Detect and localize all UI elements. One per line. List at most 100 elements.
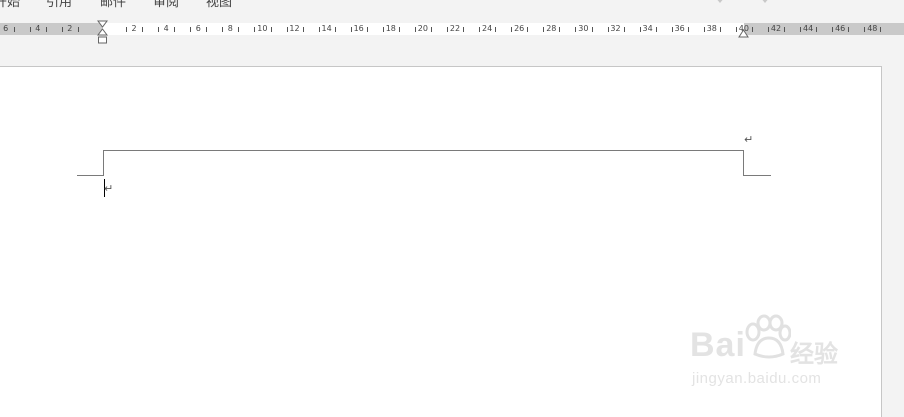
ruler-tick bbox=[607, 27, 609, 32]
ruler-label: 30 bbox=[578, 24, 589, 33]
ruler-label: 2 bbox=[131, 24, 137, 33]
menu-item-references[interactable]: 引用 bbox=[46, 0, 72, 10]
ruler-tick bbox=[398, 27, 400, 32]
ruler-label: 22 bbox=[449, 24, 461, 33]
watermark-brand-suffix: 经验 bbox=[790, 341, 838, 368]
ruler-tick bbox=[366, 27, 368, 32]
ruler-label: 28 bbox=[546, 24, 557, 33]
ruler-tick bbox=[190, 27, 192, 32]
ruler-tick bbox=[447, 27, 449, 32]
header-border-line bbox=[103, 150, 744, 151]
ribbon-arrow-icon[interactable] bbox=[760, 0, 770, 3]
ruler-tick bbox=[13, 27, 15, 32]
ruler-tick bbox=[158, 27, 160, 32]
ruler-tick bbox=[382, 27, 384, 32]
ruler-tick bbox=[527, 27, 529, 32]
header-border-left bbox=[77, 175, 104, 176]
ruler-tick bbox=[350, 27, 352, 32]
ruler-label: 18 bbox=[385, 24, 396, 33]
ruler-tick bbox=[511, 27, 513, 32]
ruler-label: 2 bbox=[67, 24, 73, 33]
ruler-tick bbox=[286, 27, 288, 32]
ruler-tick bbox=[222, 27, 224, 32]
menu-item-review[interactable]: 审阅 bbox=[153, 0, 179, 10]
ruler-tick bbox=[414, 27, 416, 32]
ruler-tick bbox=[126, 27, 128, 32]
ruler-label: 42 bbox=[770, 24, 782, 33]
header-paragraph-mark: ↵ bbox=[744, 134, 754, 146]
ruler-tick bbox=[142, 27, 144, 32]
body-paragraph-mark: ↵ bbox=[104, 183, 114, 195]
ruler-label: 8 bbox=[227, 24, 233, 33]
ruler-tick bbox=[61, 27, 63, 32]
ruler-label: 20 bbox=[417, 24, 428, 33]
ruler-label: 4 bbox=[35, 24, 41, 33]
header-border-corner-right bbox=[743, 150, 744, 176]
ruler-tick bbox=[623, 27, 625, 32]
watermark-url: jingyan.baidu.com bbox=[692, 370, 822, 387]
horizontal-ruler[interactable]: 6 4 2 2 4 6 8 10 12 14 16 18 20 22 24 26 28 30 32 34 36 38 40 4… bbox=[0, 20, 904, 44]
ruler-tick bbox=[752, 27, 754, 32]
menu-item-home[interactable]: 开始 bbox=[0, 0, 20, 10]
ruler-label: 10 bbox=[257, 24, 268, 33]
ruler-tick bbox=[671, 27, 673, 32]
ruler-tick bbox=[800, 27, 802, 32]
ruler-tick bbox=[238, 27, 240, 32]
ruler-tick bbox=[639, 27, 641, 32]
ruler-label: 34 bbox=[642, 24, 653, 33]
header-border-corner-left bbox=[103, 150, 104, 176]
ruler-tick bbox=[206, 27, 208, 32]
ruler-tick bbox=[254, 27, 256, 32]
ruler-tick bbox=[832, 27, 834, 32]
ruler-tick bbox=[864, 27, 866, 32]
ruler-label: 4 bbox=[163, 24, 169, 33]
ruler-tick bbox=[431, 27, 433, 32]
left-indent-marker-icon[interactable] bbox=[97, 20, 108, 46]
ruler-label: 26 bbox=[514, 24, 525, 33]
ruler-tick bbox=[334, 27, 336, 32]
baidu-watermark: Bai 经验 jingyan.baidu.com bbox=[690, 312, 860, 392]
ruler-tick bbox=[479, 27, 481, 32]
ruler-label: 6 bbox=[195, 24, 201, 33]
ruler-tick bbox=[77, 27, 79, 32]
ruler-tick bbox=[591, 27, 593, 32]
right-indent-marker-icon[interactable] bbox=[738, 29, 749, 39]
ruler-tick bbox=[735, 27, 737, 32]
menu-item-mailings[interactable]: 邮件 bbox=[100, 0, 126, 10]
ruler-tick bbox=[559, 27, 561, 32]
ruler-label: 44 bbox=[803, 24, 814, 33]
ribbon-arrow-icon[interactable] bbox=[715, 0, 725, 3]
ruler-tick bbox=[719, 27, 721, 32]
menu-item-view[interactable]: 视图 bbox=[206, 0, 232, 10]
ruler-tick bbox=[29, 27, 31, 32]
ruler-tick bbox=[543, 27, 545, 32]
ruler-tick bbox=[45, 27, 47, 32]
watermark-brand: Bai bbox=[690, 326, 746, 364]
ruler-tick bbox=[270, 27, 272, 32]
ruler-label: 36 bbox=[674, 24, 685, 33]
menu-bar: 开始 引用 邮件 审阅 视图 bbox=[0, 0, 904, 14]
ruler-label: 24 bbox=[482, 24, 493, 33]
ruler-tick bbox=[768, 27, 770, 32]
ruler-tick bbox=[302, 27, 304, 32]
ruler-scale: 6 4 2 2 4 6 8 10 12 14 16 18 20 22 24 26 28 30 32 34 36 38 40 4… bbox=[0, 20, 904, 38]
header-border-right bbox=[743, 175, 771, 176]
ruler-label: 12 bbox=[289, 24, 300, 33]
ruler-label: 38 bbox=[706, 24, 717, 33]
ruler-tick bbox=[463, 27, 465, 32]
ruler-tick bbox=[703, 27, 705, 32]
ruler-tick bbox=[880, 27, 882, 32]
ruler-label: 16 bbox=[353, 24, 364, 33]
ruler-tick bbox=[784, 27, 786, 32]
ruler-tick bbox=[495, 27, 497, 32]
ruler-tick bbox=[655, 27, 657, 32]
ruler-tick bbox=[318, 27, 320, 32]
ruler-tick bbox=[848, 27, 850, 32]
ruler-label: 32 bbox=[610, 24, 621, 33]
paw-logo-icon bbox=[745, 314, 791, 359]
ruler-tick bbox=[174, 27, 176, 32]
ruler-label: 48 bbox=[867, 24, 878, 33]
ruler-tick bbox=[575, 27, 577, 32]
ruler-label: 6 bbox=[3, 24, 9, 33]
ruler-tick bbox=[687, 27, 689, 32]
